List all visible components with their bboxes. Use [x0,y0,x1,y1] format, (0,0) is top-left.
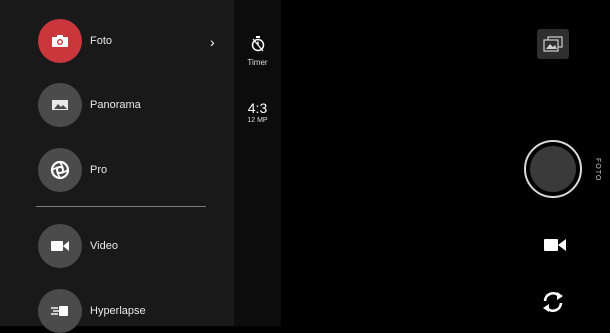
switch-camera-button[interactable] [540,289,566,315]
gallery-button[interactable] [537,29,569,59]
settings-strip: Timer 4:3 12 MP [234,0,281,326]
aperture-icon [50,160,70,180]
mode-item-video[interactable]: Video [38,224,118,268]
video-camera-icon [544,239,566,251]
current-mode-label: FOTO [594,158,601,182]
mode-label-pro: Pro [90,164,108,176]
record-video-button[interactable] [543,236,567,254]
mode-circle-panorama [38,83,82,127]
aspect-ratio-value: 4:3 [247,100,268,116]
mode-divider [36,206,206,207]
mode-label-foto: Foto [90,35,113,47]
switch-camera-icon [543,292,563,312]
mode-circle-video [38,224,82,268]
photo-camera-icon [52,35,68,47]
shutter-button[interactable] [524,140,582,198]
mode-label-hyperlapse: Hyperlapse [90,305,146,317]
mode-circle-foto [38,19,82,63]
mode-item-panorama[interactable]: Panorama [38,83,141,127]
timer-label: Timer [247,58,268,67]
megapixels-value: 12 MP [247,117,268,124]
mode-circle-pro [38,148,82,192]
mode-label-video: Video [90,240,118,252]
aspect-ratio-button[interactable]: 4:3 12 MP [234,100,281,124]
timer-icon [251,36,264,52]
mode-item-foto[interactable]: Foto [38,19,112,63]
mode-item-hyperlapse[interactable]: Hyperlapse [38,289,146,333]
timer-button[interactable]: Timer [234,36,281,67]
mode-circle-hyperlapse [38,289,82,333]
shutter-inner [530,146,576,192]
mode-label-panorama: Panorama [90,99,141,111]
gallery-icon [543,36,563,52]
video-camera-icon [51,241,69,251]
mode-item-pro[interactable]: Pro [38,148,107,192]
panorama-icon [52,100,68,110]
mode-menu: Foto › Panorama Pro Video Hyperlapse [0,0,234,333]
chevron-right-icon[interactable]: › [210,34,215,50]
hyperlapse-icon [51,306,68,316]
camera-screen: Foto › Panorama Pro Video Hyperlapse Tim… [0,0,610,333]
